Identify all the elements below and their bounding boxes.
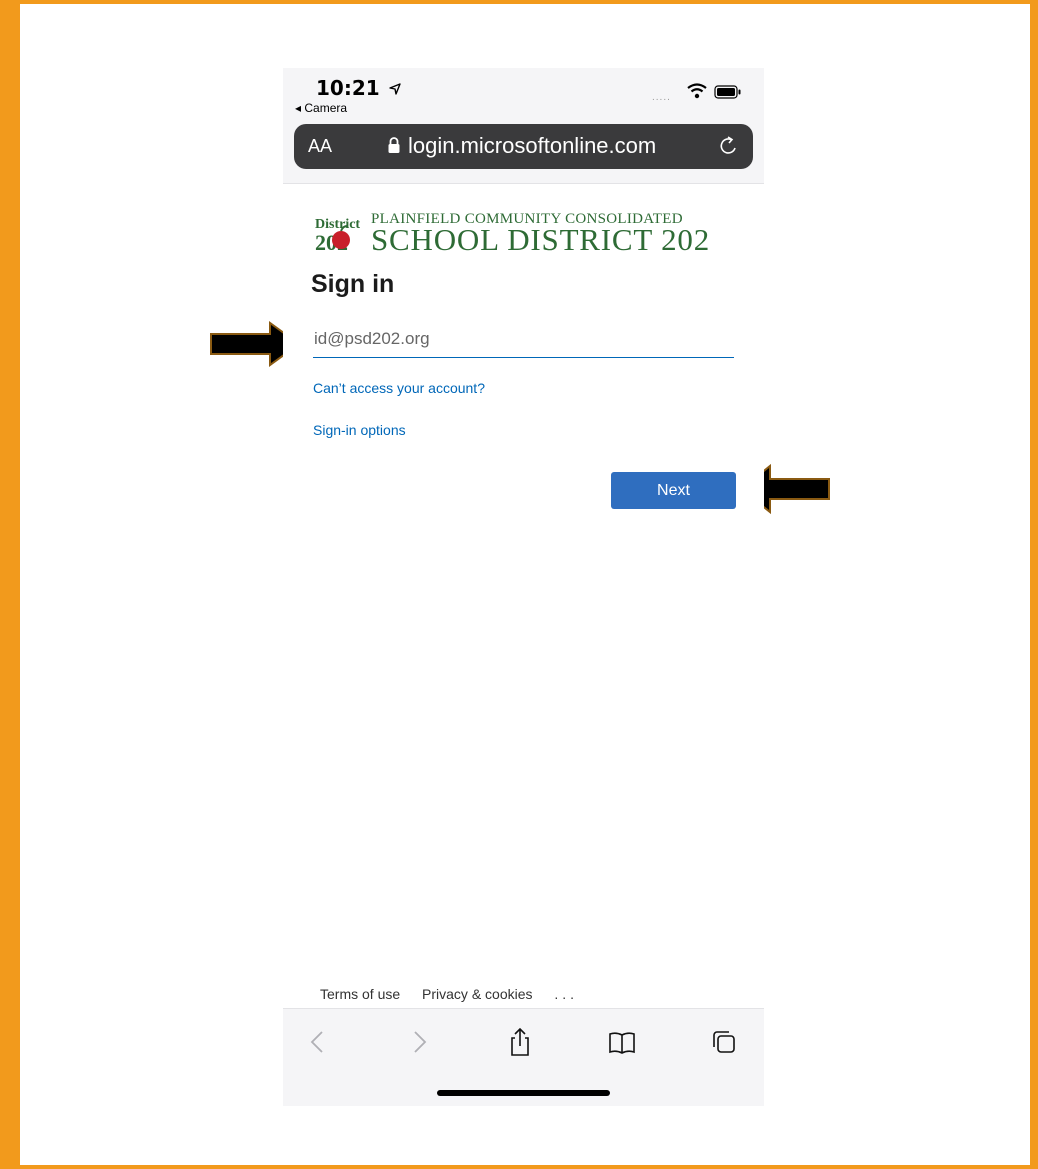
more-options-button[interactable]: ... bbox=[554, 986, 578, 1002]
text-size-button[interactable]: AA bbox=[308, 136, 332, 157]
phone-screen: 10:21 ◂ Camera ..... AA login.microsofto… bbox=[283, 68, 764, 1106]
location-arrow-icon bbox=[388, 83, 401, 95]
battery-icon bbox=[714, 85, 741, 99]
footer-links: Terms of use Privacy & cookies ... bbox=[320, 986, 596, 1002]
home-indicator[interactable] bbox=[437, 1090, 610, 1096]
email-field[interactable] bbox=[313, 324, 735, 354]
logo-line-2: SCHOOL DISTRICT 202 bbox=[371, 222, 711, 257]
wifi-icon bbox=[687, 83, 707, 99]
privacy-cookies-link[interactable]: Privacy & cookies bbox=[422, 986, 532, 1002]
apple-icon bbox=[332, 231, 350, 249]
signal-dots: ..... bbox=[652, 92, 671, 103]
back-icon[interactable] bbox=[303, 1027, 333, 1057]
status-and-url-area: 10:21 ◂ Camera ..... AA login.microsofto… bbox=[283, 68, 764, 184]
district-logo: District 202 PLAINFIELD COMMUNITY CONSOL… bbox=[314, 211, 714, 257]
status-time: 10:21 bbox=[316, 76, 401, 100]
bookmarks-icon[interactable] bbox=[607, 1027, 637, 1057]
browser-toolbar bbox=[283, 1008, 764, 1106]
page-title: Sign in bbox=[311, 270, 395, 298]
reload-icon[interactable] bbox=[718, 135, 740, 157]
email-field-wrapper bbox=[313, 324, 735, 358]
tabs-icon[interactable] bbox=[709, 1027, 739, 1057]
lock-icon bbox=[388, 137, 400, 153]
sign-in-options-link[interactable]: Sign-in options bbox=[313, 422, 406, 438]
district-202-logo-mark: District 202 bbox=[315, 217, 360, 253]
status-icons: ..... bbox=[634, 82, 744, 103]
next-button[interactable]: Next bbox=[611, 472, 736, 509]
forward-icon[interactable] bbox=[404, 1027, 434, 1057]
url-bar[interactable]: AA login.microsoftonline.com bbox=[294, 124, 753, 169]
cant-access-account-link[interactable]: Can’t access your account? bbox=[313, 380, 485, 396]
back-to-camera[interactable]: ◂ Camera bbox=[295, 101, 347, 115]
share-icon[interactable] bbox=[505, 1027, 535, 1057]
terms-of-use-link[interactable]: Terms of use bbox=[320, 986, 400, 1002]
url-text[interactable]: login.microsoftonline.com bbox=[408, 133, 656, 159]
